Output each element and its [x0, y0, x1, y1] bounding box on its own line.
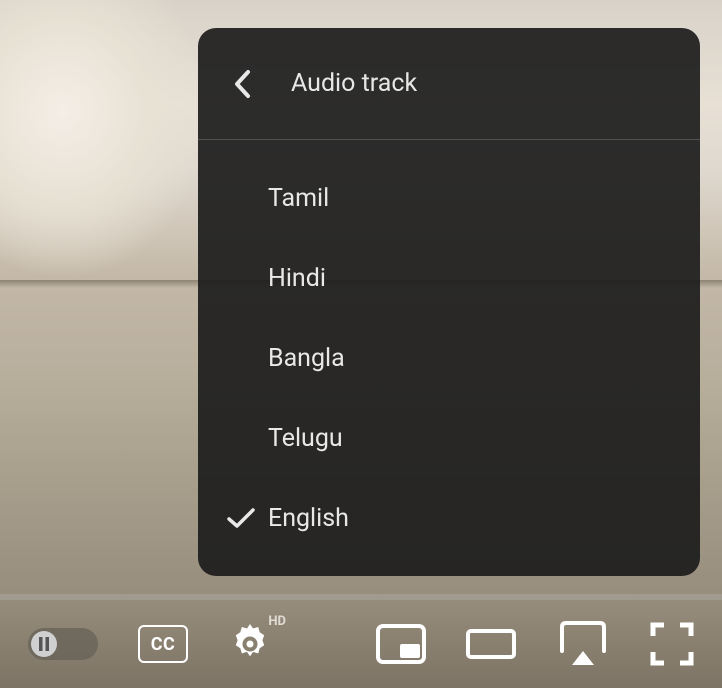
pause-icon [31, 631, 57, 657]
menu-items-list: Tamil Hindi Bangla Telugu English [198, 140, 700, 558]
audio-option-label: Bangla [268, 344, 345, 373]
subtitles-button[interactable]: CC [138, 625, 188, 663]
theater-icon [466, 629, 516, 659]
miniplayer-button[interactable] [376, 624, 426, 664]
hd-badge: HD [268, 614, 286, 629]
chevron-left-icon [226, 68, 258, 100]
audio-option-label: English [268, 504, 349, 533]
fullscreen-icon [650, 622, 694, 666]
autoplay-toggle[interactable] [28, 628, 98, 660]
video-controls-bar: CC HD [0, 600, 722, 688]
audio-option-english[interactable]: English [198, 478, 700, 558]
airplay-icon [556, 621, 610, 667]
miniplayer-icon [376, 624, 426, 664]
menu-back-button[interactable]: Audio track [198, 28, 700, 140]
airplay-button[interactable] [556, 621, 610, 667]
cc-icon: CC [138, 625, 188, 663]
settings-button[interactable]: HD [228, 622, 272, 666]
fullscreen-button[interactable] [650, 622, 694, 666]
menu-title: Audio track [291, 69, 417, 98]
video-content-area [0, 0, 210, 280]
gear-icon [228, 622, 272, 666]
audio-option-label: Tamil [268, 184, 329, 213]
audio-option-tamil[interactable]: Tamil [198, 158, 700, 238]
cc-label: CC [151, 634, 176, 655]
audio-option-bangla[interactable]: Bangla [198, 318, 700, 398]
check-icon [214, 506, 268, 530]
theater-mode-button[interactable] [466, 629, 516, 659]
audio-option-label: Telugu [268, 424, 343, 453]
audio-track-menu: Audio track Tamil Hindi Bangla Telugu En… [198, 28, 700, 576]
audio-option-telugu[interactable]: Telugu [198, 398, 700, 478]
audio-option-hindi[interactable]: Hindi [198, 238, 700, 318]
audio-option-label: Hindi [268, 264, 326, 293]
